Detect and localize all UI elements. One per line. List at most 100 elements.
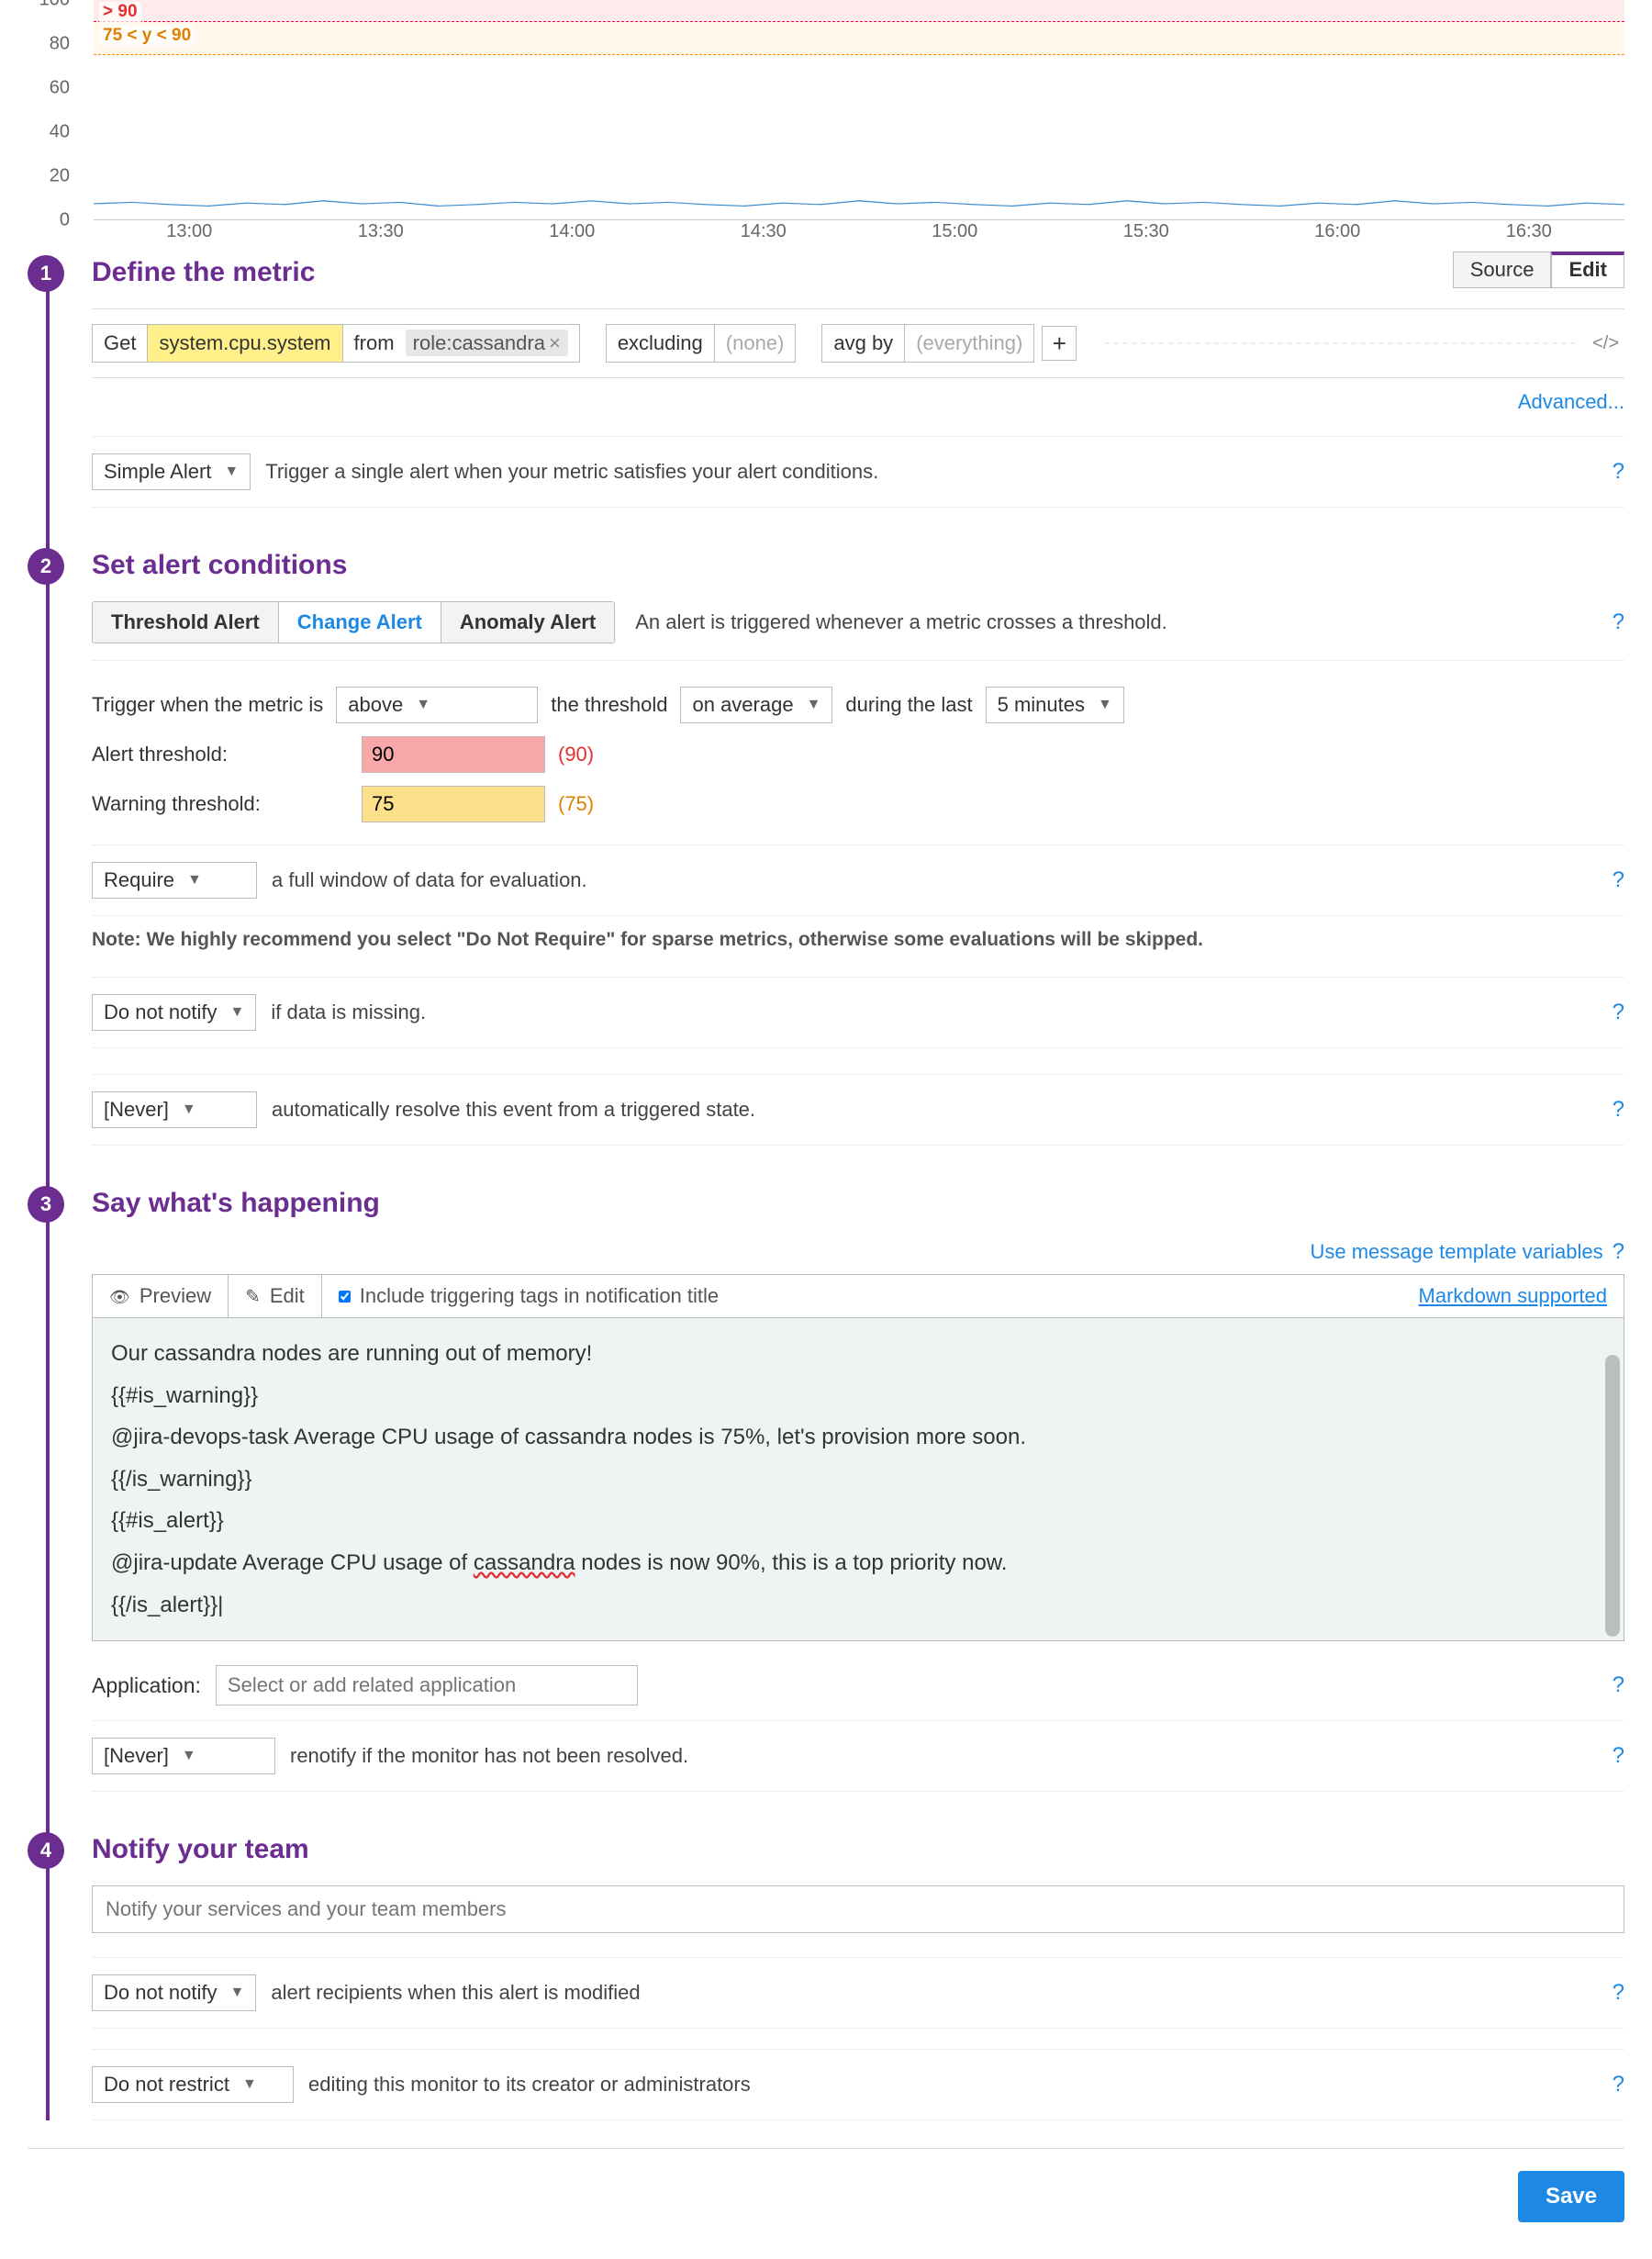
during-label: during the last [845,693,972,717]
require-full-window-select[interactable]: Require▼ [92,862,257,899]
step-define-metric: 1 Define the metric Source Edit Get syst… [92,257,1624,508]
auto-resolve-desc: automatically resolve this event from a … [272,1098,755,1122]
warning-threshold-input[interactable] [362,786,545,822]
help-icon[interactable]: ? [1613,1743,1624,1769]
ytick: 80 [50,34,70,55]
application-input[interactable] [216,1665,638,1705]
alert-mode-desc: Trigger a single alert when your metric … [265,460,878,484]
help-icon[interactable]: ? [1613,609,1624,635]
help-icon[interactable]: ? [1613,1097,1624,1123]
warning-band [94,22,1624,55]
step-title: Define the metric [92,257,1624,288]
q-scope-tag[interactable]: role:cassandra× [406,330,568,356]
query-get-metric[interactable]: Get system.cpu.system from role:cassandr… [92,324,580,363]
step-title: Notify your team [92,1834,1624,1865]
auto-resolve-select[interactable]: [Never]▼ [92,1091,257,1128]
the-threshold-label: the threshold [551,693,667,717]
step-notify-team: 4 Notify your team Do not notify▼ alert … [92,1834,1624,2120]
alert-band [94,0,1624,22]
tab-anomaly-alert[interactable]: Anomaly Alert [441,602,614,643]
warning-threshold-label: Warning threshold: [92,792,349,816]
q-get-label: Get [93,325,148,362]
notify-team-input[interactable] [92,1885,1624,1933]
notify-on-modify-select[interactable]: Do not notify▼ [92,1974,256,2011]
restrict-edit-select[interactable]: Do not restrict▼ [92,2066,294,2103]
ytick: 0 [60,210,70,231]
notify-on-modify-desc: alert recipients when this alert is modi… [271,1981,640,2005]
direction-select[interactable]: above▼ [336,687,538,723]
q-excluding-value: (none) [715,325,796,362]
alert-mode-select[interactable]: Simple Alert▼ [92,453,251,490]
help-icon[interactable]: ? [1613,1000,1624,1025]
add-query-button[interactable]: + [1042,326,1077,361]
step-say-happening: 3 Say what's happening Use message templ… [92,1188,1624,1792]
no-data-desc: if data is missing. [271,1001,426,1024]
no-data-select[interactable]: Do not notify▼ [92,994,256,1031]
scrollbar[interactable] [1605,1355,1620,1637]
step-title: Say what's happening [92,1188,1624,1219]
alert-threshold-input[interactable] [362,736,545,773]
step-badge-4: 4 [28,1832,64,1869]
alert-type-desc: An alert is triggered whenever a metric … [635,610,1167,634]
xtick: 13:30 [358,221,404,242]
renotify-select[interactable]: [Never]▼ [92,1738,275,1774]
q-excluding-label: excluding [607,325,715,362]
window-select[interactable]: 5 minutes▼ [986,687,1124,723]
xtick: 13:00 [166,221,212,242]
q-metric[interactable]: system.cpu.system [148,325,342,362]
xtick: 14:00 [549,221,595,242]
application-label: Application: [92,1673,201,1698]
alert-band-label: > 90 [99,2,141,22]
sparkline [94,192,1624,207]
xtick: 14:30 [741,221,787,242]
advanced-link[interactable]: Advanced... [1518,390,1624,413]
help-icon[interactable]: ? [1613,1980,1624,2006]
xtick: 16:30 [1506,221,1552,242]
message-textarea[interactable]: Our cassandra nodes are running out of m… [92,1317,1624,1641]
ytick: 40 [50,122,70,143]
xtick: 15:30 [1123,221,1169,242]
save-button[interactable]: Save [1518,2171,1624,2222]
ytick: 20 [50,166,70,187]
aggregation-select[interactable]: on average▼ [680,687,832,723]
query-avg-by[interactable]: avg by (everything) [821,324,1034,363]
markdown-supported-link[interactable]: Markdown supported [1402,1284,1624,1308]
trigger-when-label: Trigger when the metric is [92,693,323,717]
tab-edit-message[interactable]: Edit [229,1275,322,1317]
alert-threshold-label: Alert threshold: [92,743,349,766]
include-tags-checkbox[interactable]: Include triggering tags in notification … [322,1284,735,1308]
x-axis: 13:00 13:30 14:00 14:30 15:00 15:30 16:0… [94,221,1624,242]
xtick: 15:00 [932,221,977,242]
code-icon[interactable]: </> [1587,328,1624,360]
dotted-spacer [1104,342,1576,344]
q-avgby-label: avg by [822,325,905,362]
require-desc: a full window of data for evaluation. [272,868,587,892]
tab-change-alert[interactable]: Change Alert [279,602,441,643]
xtick: 16:00 [1314,221,1360,242]
q-from-label: from role:cassandra× [343,325,579,362]
step-title: Set alert conditions [92,550,1624,581]
help-icon[interactable]: ? [1613,2072,1624,2097]
ytick: 100 [39,0,70,11]
tab-edit[interactable]: Edit [1551,252,1624,288]
step-set-conditions: 2 Set alert conditions Threshold Alert C… [92,550,1624,1146]
help-icon[interactable]: ? [1613,459,1624,485]
help-icon[interactable]: ? [1613,867,1624,893]
query-excluding[interactable]: excluding (none) [606,324,797,363]
remove-tag-icon[interactable]: × [549,331,561,354]
require-note: Note: We highly recommend you select "Do… [92,929,1624,951]
help-icon[interactable]: ? [1613,1672,1624,1698]
include-tags-input[interactable] [339,1291,351,1303]
warning-band-label: 75 < y < 90 [99,26,195,46]
q-avgby-value: (everything) [905,325,1033,362]
metric-preview-chart: 100 80 60 40 20 0 > 90 75 < y < 90 13:00… [28,0,1624,239]
alert-threshold-display: (90) [558,743,594,766]
pencil-icon [245,1284,261,1308]
tab-preview[interactable]: Preview [93,1275,229,1317]
step-badge-3: 3 [28,1186,64,1223]
help-icon[interactable]: ? [1613,1239,1624,1265]
tab-threshold-alert[interactable]: Threshold Alert [93,602,279,643]
template-vars-link[interactable]: Use message template variables [1310,1240,1602,1264]
plot-area: > 90 75 < y < 90 [94,0,1624,220]
tab-source[interactable]: Source [1453,252,1552,288]
